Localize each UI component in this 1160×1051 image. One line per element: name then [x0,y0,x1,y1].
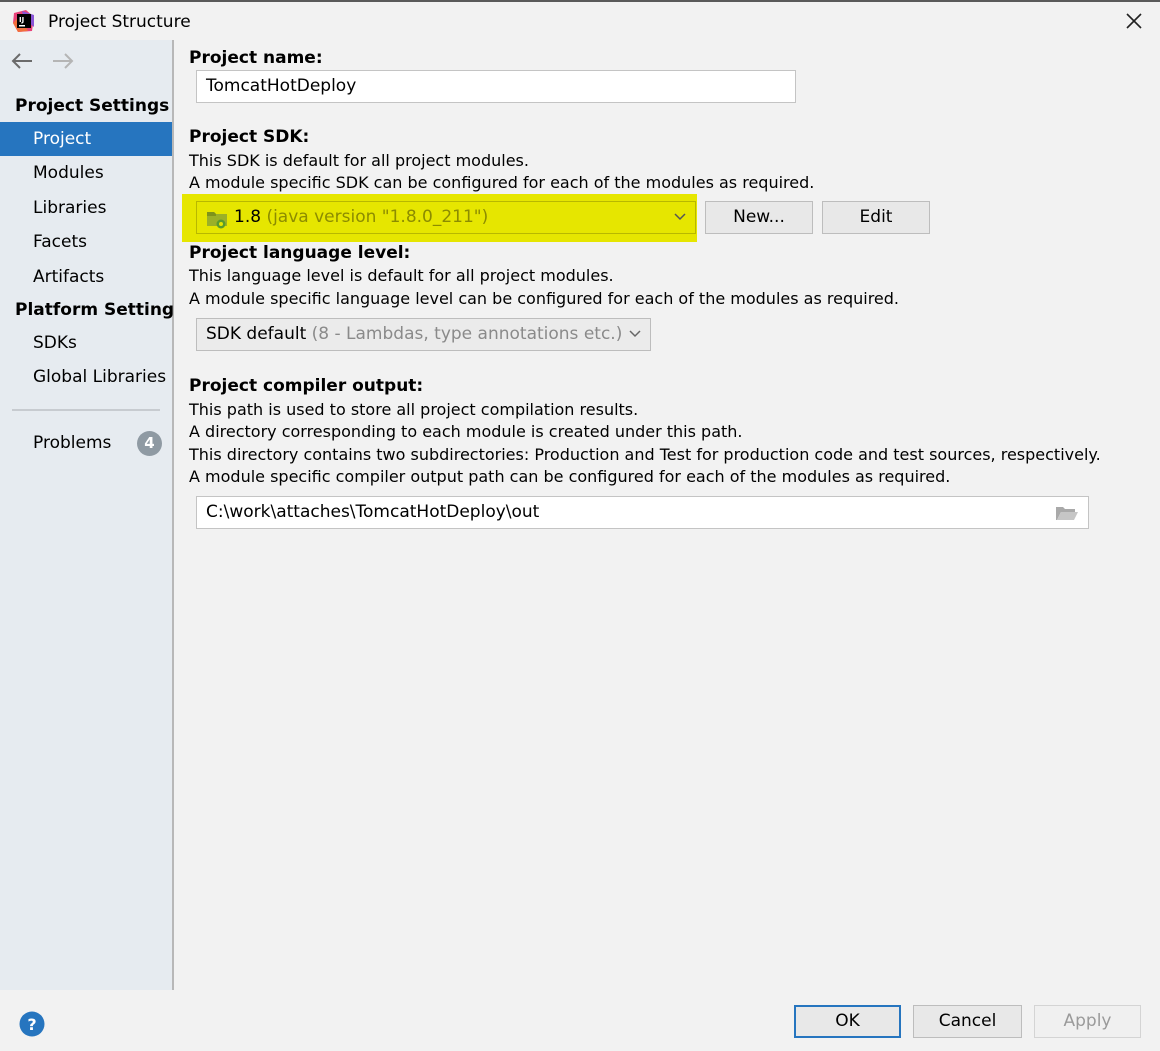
sdk-version-detail: (java version "1.8.0_211") [266,207,489,227]
compiler-output-path: C:\work\attaches\TomcatHotDeploy\out [206,502,540,522]
project-settings-header: Project Settings [15,96,170,116]
language-level-value: SDK default [206,324,307,344]
close-icon[interactable] [1122,9,1146,33]
language-level-label: Project language level: [189,243,411,263]
project-sdk-desc-1: This SDK is default for all project modu… [189,151,529,170]
browse-folder-icon[interactable] [1055,503,1079,523]
language-level-detail: (8 - Lambdas, type annotations etc.) [311,324,623,344]
svg-text:IJ: IJ [19,16,24,24]
sidebar-separator [12,409,160,411]
jdk-folder-icon [207,212,227,229]
help-icon[interactable]: ? [19,1011,45,1037]
compiler-output-desc-4: A module specific compiler output path c… [189,467,951,486]
project-sdk-desc-2: A module specific SDK can be configured … [189,173,815,192]
cancel-button[interactable]: Cancel [913,1005,1022,1038]
ok-button[interactable]: OK [794,1005,901,1038]
sidebar-item-label: Artifacts [33,267,105,287]
project-sdk-dropdown[interactable]: 1.8 (java version "1.8.0_211") [196,201,696,234]
edit-sdk-button[interactable]: Edit [822,201,930,234]
chevron-down-icon [674,213,686,221]
language-level-desc-1: This language level is default for all p… [189,266,614,285]
language-level-dropdown[interactable]: SDK default (8 - Lambdas, type annotatio… [196,318,651,351]
sidebar-item-project[interactable]: Project [0,122,172,156]
back-arrow-icon[interactable] [10,50,34,72]
chevron-down-icon [629,330,641,338]
sidebar-item-label: SDKs [33,333,77,353]
compiler-output-desc-1: This path is used to store all project c… [189,400,639,419]
sidebar-item-artifacts[interactable]: Artifacts [0,260,172,294]
new-sdk-button[interactable]: New... [705,201,813,234]
sidebar-item-label: Global Libraries [33,367,167,387]
svg-text:?: ? [27,1015,36,1034]
sidebar-item-label: Modules [33,163,104,183]
window-title: Project Structure [48,12,191,32]
problems-count-badge: 4 [137,431,162,456]
compiler-output-desc-2: A directory corresponding to each module… [189,422,743,441]
language-level-desc-2: A module specific language level can be … [189,289,899,308]
sidebar-item-sdks[interactable]: SDKs [0,326,172,360]
title-bar: IJ Project Structure [0,2,1160,40]
compiler-output-desc-3: This directory contains two subdirectori… [189,445,1101,464]
compiler-output-label: Project compiler output: [189,376,424,396]
compiler-output-path-input[interactable]: C:\work\attaches\TomcatHotDeploy\out [196,496,1089,529]
project-sdk-label: Project SDK: [189,127,310,147]
sidebar-item-label: Facets [33,232,87,252]
sidebar-item-modules[interactable]: Modules [0,156,172,190]
forward-arrow-icon[interactable] [51,50,75,72]
sdk-version: 1.8 [234,207,262,227]
sidebar-item-global-libraries[interactable]: Global Libraries [0,360,172,394]
sidebar-item-facets[interactable]: Facets [0,225,172,259]
sidebar-item-label: Libraries [33,198,107,218]
platform-settings-header: Platform Settings [15,300,185,320]
project-name-label: Project name: [189,48,323,68]
project-name-input[interactable]: TomcatHotDeploy [196,70,796,103]
apply-button[interactable]: Apply [1034,1005,1141,1038]
sidebar-item-libraries[interactable]: Libraries [0,191,172,225]
sidebar-item-label: Project [33,129,92,149]
intellij-app-icon: IJ [13,10,34,32]
sidebar-item-label: Problems [33,433,112,453]
